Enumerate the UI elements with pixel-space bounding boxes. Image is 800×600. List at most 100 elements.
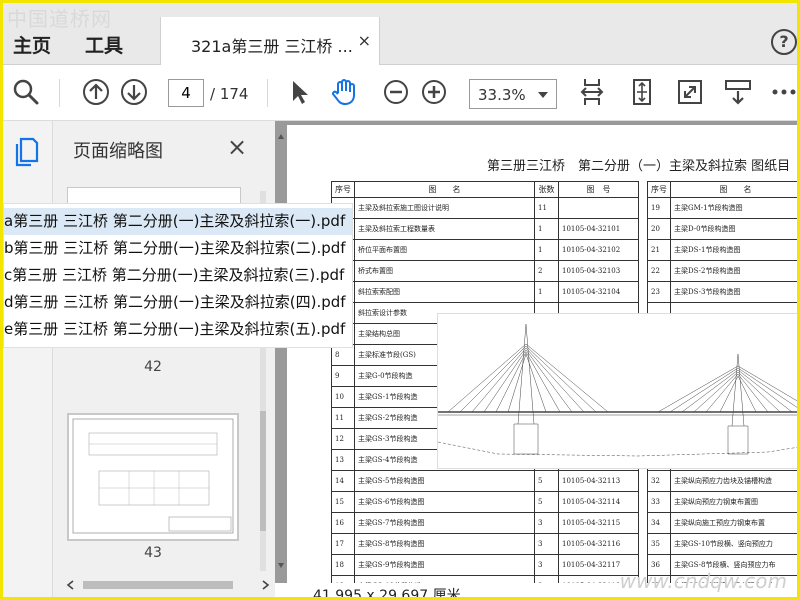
more-options-icon[interactable] [769, 77, 799, 107]
table-cell: 主梁GS-6节段构造图 [354, 491, 535, 513]
table-cell: 主梁GS-10节段构造 [354, 575, 535, 583]
thumbnail-horizontal-scrollbar[interactable] [63, 576, 273, 594]
tab-home[interactable]: 主页 [13, 31, 51, 58]
table-cell: 主梁GM-1节段构造图 [670, 197, 797, 219]
table-cell [558, 197, 639, 219]
left-tool-strip [3, 121, 53, 597]
table-cell: 主梁D-0节段构造图 [670, 218, 797, 240]
page-number-input[interactable]: 4 [168, 79, 204, 107]
file-item[interactable]: c第三册 三江桥 第二分册(一)主梁及斜拉索(三).pdf [4, 262, 352, 289]
scrollbar-arrows [66, 580, 270, 590]
page-thumbnails-icon[interactable] [11, 135, 41, 169]
table-cell: 14 [331, 470, 355, 492]
table-cell: 10105-04-32102 [558, 239, 639, 261]
help-icon[interactable]: ? [771, 29, 797, 55]
document-viewport[interactable]: 第三册三江桥 第二分册（一）主梁及斜拉索 图纸目 序号图 名张数图 号 1主梁及… [275, 121, 797, 597]
tab-document-label: 321a第三册 三江桥 ... [191, 37, 353, 56]
table-header: 图 号 [558, 181, 639, 198]
file-item[interactable]: d第三册 三江桥 第二分册(一)主梁及斜拉索(四).pdf [4, 289, 352, 316]
toolbar: 4 / 174 33.3% [3, 65, 799, 121]
file-item[interactable]: e第三册 三江桥 第二分册(一)主梁及斜拉索(五).pdf [4, 316, 352, 343]
table-row: 20 主梁D-0节段构造图 [647, 218, 797, 240]
zoom-out-icon[interactable] [381, 77, 411, 107]
table-cell: 桥位平面布置图 [354, 239, 535, 261]
table-cell: 主梁GS-7节段构造图 [354, 512, 535, 534]
table-row: 33 主梁纵向预应力钢束布置图 [647, 491, 797, 513]
table-cell: 3 [534, 512, 559, 534]
full-screen-icon[interactable] [675, 77, 705, 107]
cable-stayed-bridge-icon [437, 323, 797, 457]
table-cell: 10 [331, 386, 355, 408]
tab-bar: 主页 工具 321a第三册 三江桥 ... × ? [3, 3, 797, 65]
table-cell: 主梁纵向预应力齿块及锚槽构造 [670, 470, 797, 492]
file-item[interactable]: b第三册 三江桥 第二分册(一)主梁及斜拉索(二).pdf [4, 235, 352, 262]
table-cell: 19 [647, 197, 671, 219]
file-item[interactable]: a第三册 三江桥 第二分册(一)主梁及斜拉索(一).pdf [4, 208, 352, 235]
tab-close-button[interactable]: × [358, 31, 371, 50]
table-row: 19 主梁GM-1节段构造图 [647, 197, 797, 219]
table-cell: 12 [331, 428, 355, 450]
table-cell: 15 [331, 491, 355, 513]
table-header: 序号 [331, 181, 355, 198]
table-header: 图 名 [354, 181, 535, 198]
zoom-select[interactable]: 33.3% [469, 79, 557, 109]
table-row: 15 主梁GS-6节段构造图 5 10105-04-32114 [331, 491, 639, 513]
table-cell: 1 [534, 218, 559, 240]
thumbnail-page-43[interactable] [67, 413, 239, 541]
table-row: 17 主梁GS-8节段构造图 3 10105-04-32116 [331, 533, 639, 555]
fit-page-icon[interactable] [627, 77, 657, 107]
select-cursor-icon[interactable] [285, 77, 315, 107]
table-cell: 主梁GS-8节段构造图 [354, 533, 535, 555]
table-row: 19主梁GS-10节段构造310105-04-32118 [331, 575, 639, 583]
table-cell: 10105-04-32101 [558, 218, 639, 240]
table-cell: 10105-04-32114 [558, 491, 639, 513]
scroll-mode-icon[interactable] [723, 77, 753, 107]
tab-tools[interactable]: 工具 [85, 31, 123, 58]
table-row: 23 主梁DS-3节段构造图 [647, 281, 797, 303]
table-cell: 10105-04-32103 [558, 260, 639, 282]
table-header: 图 名 [670, 181, 797, 198]
table-cell: 9 [331, 365, 355, 387]
document-title: 第三册三江桥 第二分册（一）主梁及斜拉索 图纸目 [487, 159, 791, 174]
fit-width-icon[interactable] [577, 77, 607, 107]
table-cell: 3 [534, 575, 559, 583]
hand-tool-icon[interactable] [329, 77, 359, 107]
thumbnail-drawing [72, 418, 234, 534]
close-icon[interactable]: × [227, 133, 247, 161]
table-row: 1主梁及斜拉索施工图设计说明11 [331, 197, 639, 219]
zoom-in-icon[interactable] [419, 77, 449, 107]
table-row: 35 主梁GS-10节段横、竖向预应力 [647, 533, 797, 555]
bridge-elevation-drawing [437, 313, 797, 469]
table-cell: 13 [331, 449, 355, 471]
page-total: / 174 [210, 85, 249, 103]
table-row: 5斜拉索索配图110105-04-32104 [331, 281, 639, 303]
table-cell: 10105-04-32116 [558, 533, 639, 555]
zoom-value: 33.3% [478, 86, 526, 104]
table-cell: 3 [534, 554, 559, 576]
table-cell: 23 [647, 281, 671, 303]
table-cell: 主梁GS-9节段构造图 [354, 554, 535, 576]
document-page: 第三册三江桥 第二分册（一）主梁及斜拉索 图纸目 序号图 名张数图 号 1主梁及… [287, 125, 797, 583]
table-cell: 35 [647, 533, 671, 555]
next-page-icon[interactable] [119, 77, 149, 107]
previous-page-icon[interactable] [81, 77, 111, 107]
table-row: 3桥位平面布置图110105-04-32102 [331, 239, 639, 261]
search-icon[interactable] [11, 77, 41, 107]
table-cell: 5 [534, 470, 559, 492]
table-cell: 19 [331, 575, 355, 583]
table-cell: 3 [534, 533, 559, 555]
table-cell: 斜拉索索配图 [354, 281, 535, 303]
scrollbar-handle[interactable] [260, 411, 266, 531]
table-cell: 主梁纵向施工预应力钢束布置 [670, 512, 797, 534]
document-scrollbar[interactable] [277, 131, 285, 571]
toolbar-separator [267, 79, 268, 107]
tab-document[interactable]: 321a第三册 三江桥 ... × [160, 17, 380, 65]
table-row: 18 主梁GS-9节段构造图 3 10105-04-32117 [331, 554, 639, 576]
table-row: 32 主梁纵向预应力齿块及锚槽构造 [647, 470, 797, 492]
table-cell: 1 [534, 281, 559, 303]
table-cell: 11 [534, 197, 559, 219]
table-cell: 主梁DS-3节段构造图 [670, 281, 797, 303]
table-cell: 18 [331, 554, 355, 576]
table-header: 张数 [534, 181, 559, 198]
scrollbar-arrows [278, 134, 284, 568]
